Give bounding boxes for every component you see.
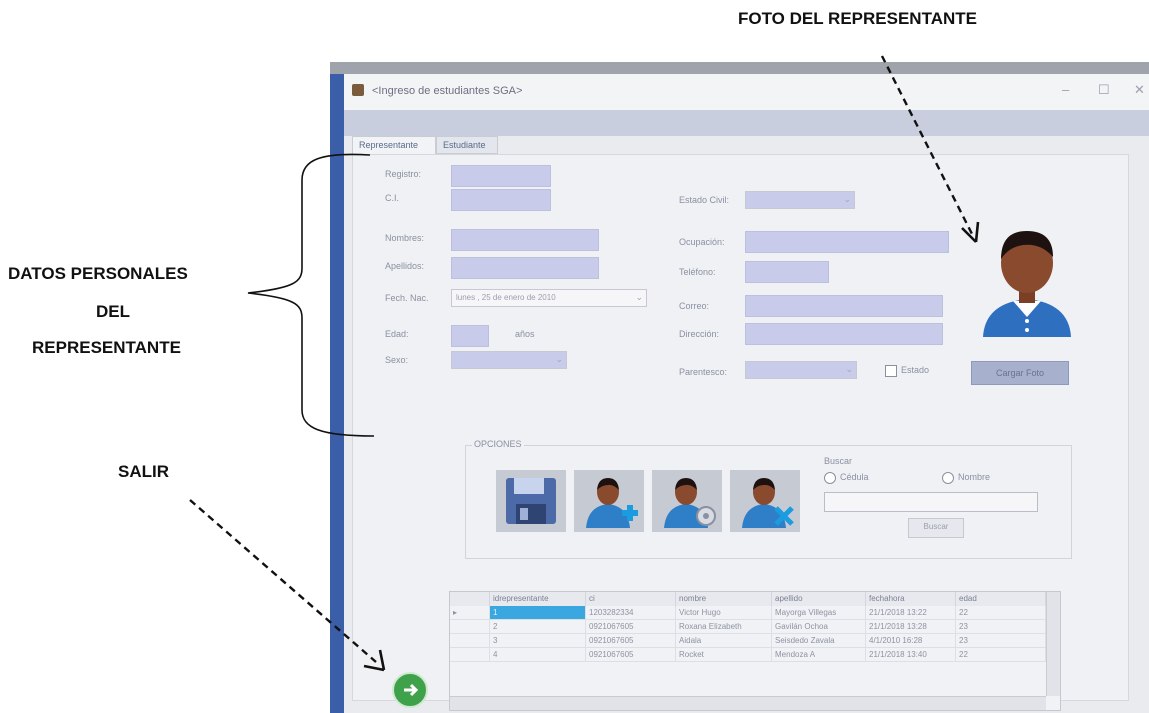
salir-arrow-line bbox=[189, 499, 377, 663]
foto-arrow-line bbox=[880, 55, 974, 235]
datos-brace bbox=[247, 153, 375, 437]
annotation-overlay bbox=[189, 55, 980, 672]
